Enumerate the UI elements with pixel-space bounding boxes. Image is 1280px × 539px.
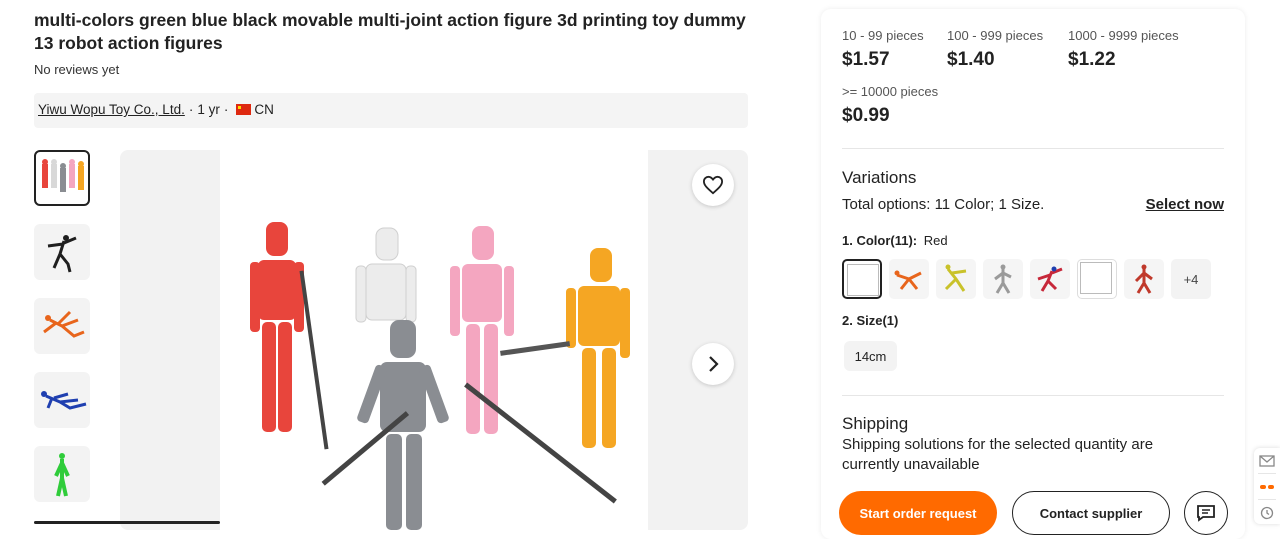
color-swatch[interactable] — [983, 259, 1023, 299]
separator: · — [223, 102, 229, 117]
thumbnail-list — [34, 150, 90, 520]
color-swatch[interactable] — [1124, 259, 1164, 299]
china-flag-icon — [236, 104, 252, 115]
color-label: 1. Color(11): Red — [842, 233, 948, 248]
total-options: Total options: 11 Color; 1 Size. — [842, 196, 1044, 213]
price-tier: >= 10000 pieces $0.99 — [842, 84, 938, 127]
orange-figure-icon — [43, 310, 85, 338]
supplier-bar: Yiwu Wopu Toy Co., Ltd. · 1 yr · CN — [34, 93, 748, 128]
action-figures-image — [250, 222, 630, 530]
thumbnail-black-figure[interactable] — [34, 224, 90, 280]
color-swatch[interactable] — [889, 259, 929, 299]
color-swatch[interactable] — [1077, 259, 1117, 299]
supplier-name-link[interactable]: Yiwu Wopu Toy Co., Ltd. — [38, 102, 185, 117]
mail-icon — [1259, 454, 1275, 467]
color-swatch[interactable] — [842, 259, 882, 299]
reviews-count: No reviews yet — [34, 62, 120, 77]
thumbnail-blue-figure[interactable] — [34, 372, 90, 428]
total-options-value: 11 Color; 1 Size. — [934, 196, 1045, 213]
shipping-message: Shipping solutions for the selected quan… — [842, 436, 1154, 473]
price-tier-range: >= 10000 pieces — [842, 84, 939, 99]
floating-side-rail — [1254, 448, 1280, 524]
color-swatch[interactable] — [936, 259, 976, 299]
shipping-title: Shipping — [842, 414, 909, 433]
chevron-right-icon — [709, 356, 719, 372]
size-option[interactable]: 14cm — [844, 341, 897, 371]
thumbnail-multi-color[interactable] — [34, 150, 90, 206]
price-tier: 100 - 999 pieces $1.40 — [947, 28, 1043, 71]
broken-image-icon — [847, 264, 879, 296]
price-tier-price: $1.57 — [842, 49, 890, 70]
purchase-panel: 10 - 99 pieces $1.57 100 - 999 pieces $1… — [821, 9, 1245, 539]
message-rail-button[interactable] — [1254, 448, 1280, 473]
price-tier-range: 100 - 999 pieces — [947, 28, 1044, 43]
supplier-country: CN — [254, 102, 274, 117]
color-swatch[interactable] — [1030, 259, 1070, 299]
red-figure-icon — [1134, 264, 1153, 294]
green-figure-icon — [54, 453, 70, 497]
color-selected-value: Red — [923, 233, 948, 248]
price-tier-range: 10 - 99 pieces — [842, 28, 924, 43]
broken-image-icon — [1080, 262, 1112, 294]
white-figure-icon — [994, 264, 1012, 294]
contact-supplier-button[interactable]: Contact supplier — [1012, 491, 1170, 535]
blue-figure-icon — [41, 391, 87, 410]
divider — [842, 395, 1224, 396]
chat-button[interactable] — [1184, 491, 1228, 535]
history-rail-button[interactable] — [1254, 500, 1280, 525]
yellow-figure-icon — [944, 264, 967, 292]
variations-title: Variations — [842, 168, 917, 187]
start-order-button[interactable]: Start order request — [839, 491, 997, 535]
multi-color-figures-icon — [42, 159, 84, 192]
more-colors-button[interactable]: +4 — [1171, 259, 1211, 299]
main-image-canvas — [220, 150, 648, 530]
price-tier: 10 - 99 pieces $1.57 — [842, 28, 924, 71]
price-tier-price: $1.40 — [947, 49, 995, 70]
separator: · — [188, 102, 194, 117]
thumbnail-green-figure[interactable] — [34, 446, 90, 502]
select-now-link[interactable]: Select now — [1146, 196, 1224, 213]
chat-icon — [1197, 505, 1215, 522]
price-tier-price: $1.22 — [1068, 49, 1116, 70]
red-blue-figure-icon — [1037, 266, 1063, 292]
orange-figure-icon — [894, 270, 922, 290]
price-tier-price: $0.99 — [842, 105, 890, 126]
favorite-button[interactable] — [692, 164, 734, 206]
heart-icon — [702, 175, 724, 195]
total-options-prefix: Total options: — [842, 196, 931, 213]
size-label: 2. Size(1) — [842, 313, 899, 328]
product-title: multi-colors green blue black movable mu… — [34, 10, 746, 53]
divider — [842, 148, 1224, 149]
main-product-image[interactable] — [120, 150, 748, 530]
black-figure-icon — [47, 235, 77, 273]
supplier-years: 1 yr — [197, 102, 220, 117]
clock-icon — [1260, 506, 1274, 519]
price-tier-range: 1000 - 9999 pieces — [1068, 28, 1179, 43]
brand-logo-icon — [1260, 484, 1274, 489]
thumbnail-orange-figure[interactable] — [34, 298, 90, 354]
brand-rail-button[interactable] — [1254, 474, 1280, 499]
next-image-button[interactable] — [692, 343, 734, 385]
color-swatches: +4 — [842, 259, 1218, 299]
price-tier: 1000 - 9999 pieces $1.22 — [1068, 28, 1179, 71]
color-label-title: 1. Color(11): — [842, 233, 918, 248]
